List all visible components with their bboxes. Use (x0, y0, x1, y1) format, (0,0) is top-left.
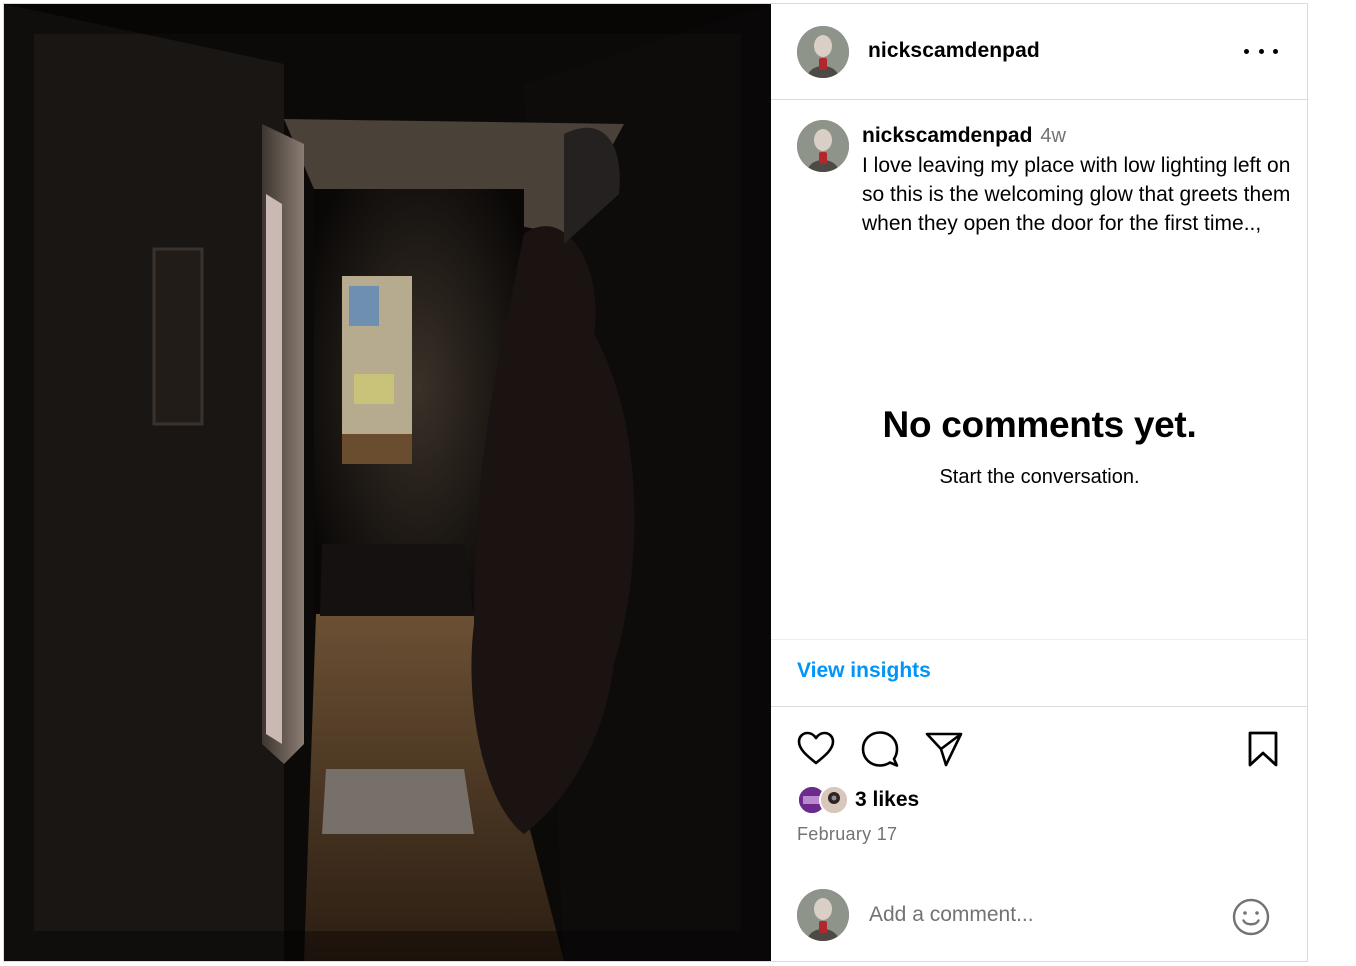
empty-comments: No comments yet. Start the conversation. (771, 404, 1307, 489)
caption-timestamp[interactable]: 4w (1040, 125, 1066, 147)
post-side-panel: nickscamdenpad nickscamdenpad 4w I love l… (771, 4, 1307, 961)
post-photo[interactable] (4, 4, 771, 961)
more-dot (1244, 48, 1249, 54)
avatar-image (821, 787, 847, 813)
comment-bar (771, 875, 1307, 961)
empty-comments-subtitle: Start the conversation. (939, 466, 1140, 488)
current-user-avatar (797, 889, 849, 941)
empty-comments-title: No comments yet. (882, 404, 1197, 445)
emoji-icon[interactable] (1231, 897, 1271, 937)
more-horizontal-icon[interactable] (1244, 41, 1278, 61)
post-date: February 17 (797, 824, 898, 844)
insights-bar: View insights (771, 639, 1307, 707)
author-avatar[interactable] (797, 26, 849, 78)
caption-avatar[interactable] (797, 120, 849, 172)
caption-username[interactable]: nickscamdenpad (862, 124, 1032, 147)
avatar-image (797, 26, 849, 78)
author-username[interactable]: nickscamdenpad (868, 39, 1040, 63)
caption-section: nickscamdenpad 4w I love leaving my place… (771, 101, 1307, 641)
liker-avatar[interactable] (819, 785, 849, 815)
bookmark-icon[interactable] (1243, 729, 1283, 769)
post-actions: 3 likes February 17 (771, 707, 1307, 875)
send-icon[interactable] (924, 729, 964, 769)
post-header: nickscamdenpad (771, 4, 1307, 100)
likes-row: 3 likes (797, 784, 919, 816)
post-dialog: nickscamdenpad nickscamdenpad 4w I love l… (3, 3, 1308, 962)
comment-input[interactable] (869, 901, 1209, 929)
avatar-image (797, 120, 849, 172)
avatar-image (797, 889, 849, 941)
more-dot (1273, 48, 1278, 54)
more-dot (1258, 48, 1264, 54)
hallway-photo-image (4, 4, 771, 961)
caption-text: nickscamdenpad 4w I love leaving my place… (862, 121, 1292, 238)
likes-count[interactable]: 3 likes (855, 788, 919, 812)
view-insights-link[interactable]: View insights (797, 659, 931, 683)
caption-body: I love leaving my place with low lightin… (862, 154, 1291, 235)
comment-icon[interactable] (860, 729, 900, 769)
heart-icon[interactable] (796, 729, 836, 769)
